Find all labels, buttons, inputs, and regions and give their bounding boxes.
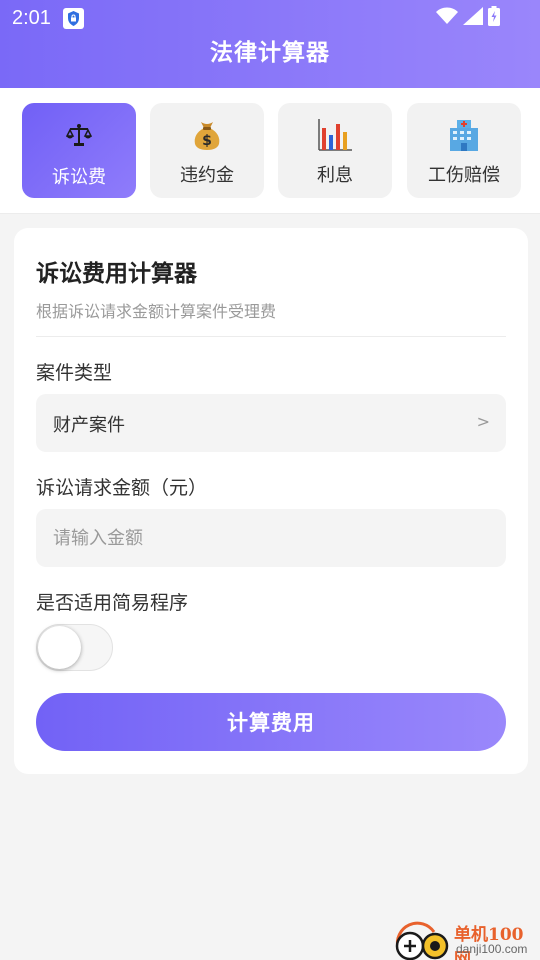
- calculator-card: 诉讼费用计算器 根据诉讼请求金额计算案件受理费 案件类型 财产案件 > 诉讼请求…: [14, 228, 528, 774]
- case-type-select[interactable]: 财产案件 >: [36, 394, 506, 452]
- chevron-right-icon: >: [476, 412, 490, 431]
- simple-procedure-label: 是否适用简易程序: [36, 592, 189, 614]
- signal-icon: [463, 7, 483, 29]
- card-subtitle: 根据诉讼请求金额计算案件受理费: [36, 302, 277, 321]
- watermark-logo-icon: [390, 918, 456, 960]
- card-title: 诉讼费用计算器: [36, 261, 197, 287]
- case-type-label: 案件类型: [36, 362, 113, 384]
- svg-text:$: $: [202, 133, 212, 149]
- tab-interest[interactable]: 利息: [278, 103, 392, 198]
- hospital-icon: [447, 117, 481, 153]
- tab-litigation-fee[interactable]: 诉讼费: [22, 103, 136, 198]
- tab-label: 诉讼费: [52, 167, 106, 188]
- case-type-value: 财产案件: [53, 415, 125, 436]
- tab-label: 违约金: [180, 165, 234, 186]
- app-shield-icon: [63, 8, 84, 29]
- watermark: 单机100网 danji100.com: [390, 918, 540, 960]
- status-time: 2:01: [12, 7, 51, 29]
- tab-label: 利息: [317, 165, 353, 186]
- page-title: 法律计算器: [210, 40, 330, 66]
- toggle-knob: [38, 626, 81, 669]
- simple-procedure-toggle[interactable]: [36, 624, 113, 671]
- amount-label: 诉讼请求金额（元）: [36, 477, 208, 499]
- bar-chart-icon: [317, 117, 353, 153]
- tab-work-injury[interactable]: 工伤赔偿: [407, 103, 521, 198]
- watermark-url: danji100.com: [456, 942, 528, 956]
- tab-label: 工伤赔偿: [428, 165, 500, 186]
- amount-input[interactable]: [36, 509, 506, 567]
- money-bag-icon: $: [190, 117, 224, 153]
- calculate-button[interactable]: 计算费用: [36, 693, 506, 751]
- wifi-icon: [436, 7, 458, 29]
- calculator-tabs: 诉讼费 $ 违约金 利息 工伤赔偿: [0, 88, 540, 214]
- status-bar: 2:01: [0, 0, 540, 36]
- status-icons: [436, 6, 500, 30]
- app-header: 2:01 法律计算器: [0, 0, 540, 88]
- scales-icon: [66, 117, 92, 153]
- battery-icon: [488, 6, 500, 30]
- tab-penalty[interactable]: $ 违约金: [150, 103, 264, 198]
- divider: [36, 336, 506, 337]
